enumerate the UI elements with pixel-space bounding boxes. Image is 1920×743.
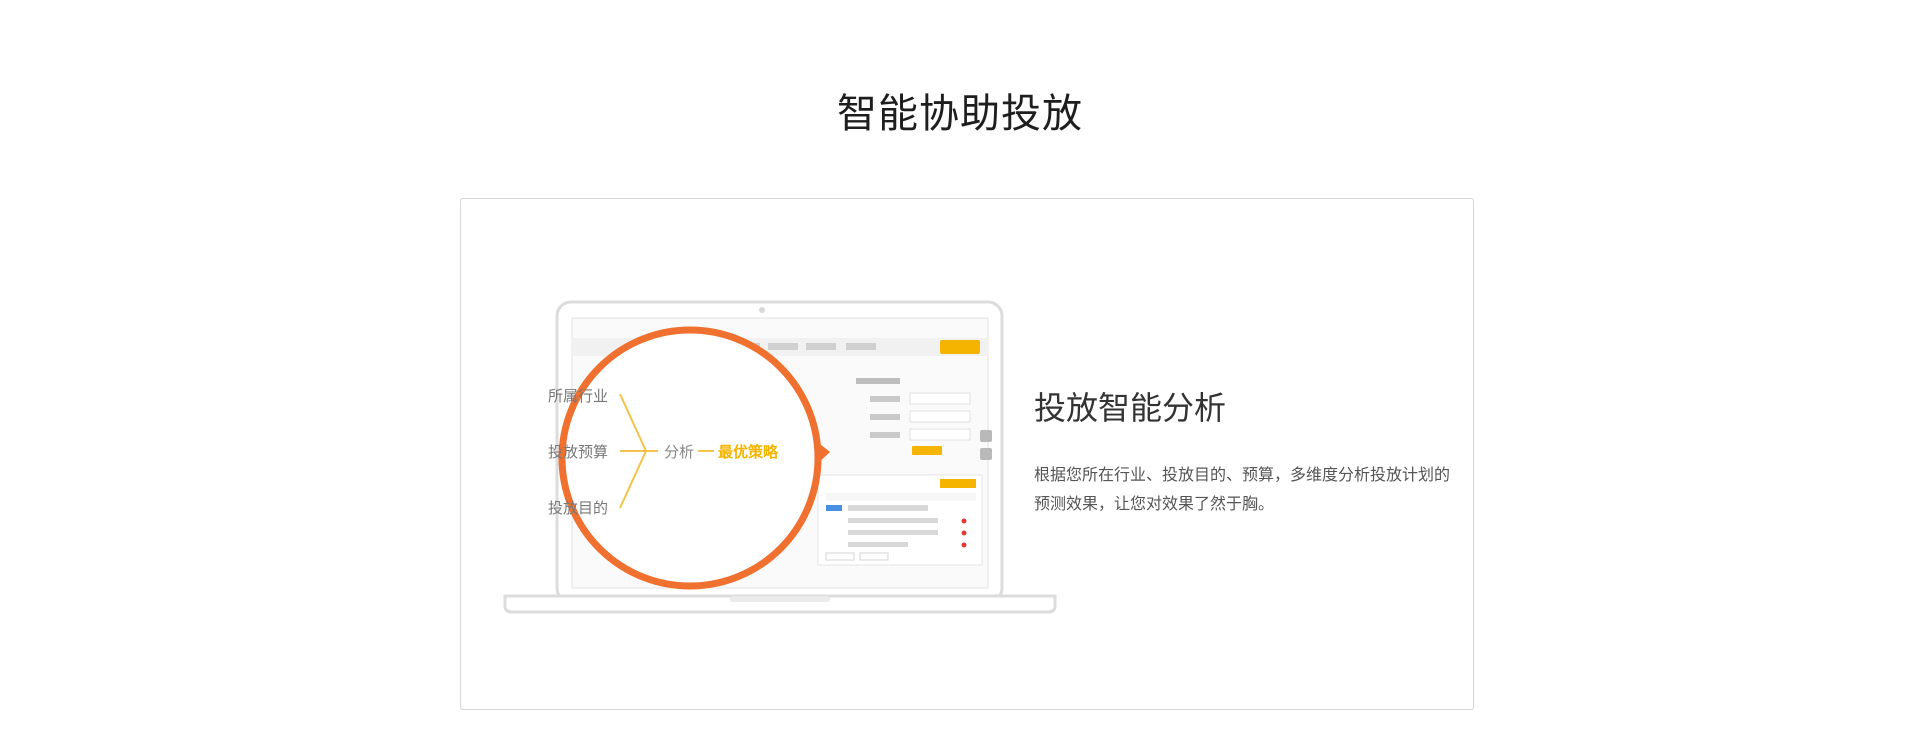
input-label-industry: 所属行业 — [548, 387, 608, 405]
feature-title: 投放智能分析 — [1034, 389, 1227, 427]
input-label-goal: 投放目的 — [548, 499, 608, 517]
page-title: 智能协助投放 — [837, 91, 1083, 137]
result-label: 最优策略 — [718, 443, 779, 461]
analyze-label: 分析 — [664, 443, 694, 461]
feature-description: 根据您所在行业、投放目的、预算，多维度分析投放计划的预测效果，让您对效果了然于胸… — [1034, 465, 1451, 513]
laptop-illustration: 所属行业 投放预算 投放目的 分析 最优策略 — [503, 300, 1057, 614]
input-label-budget: 投放预算 — [548, 443, 608, 461]
